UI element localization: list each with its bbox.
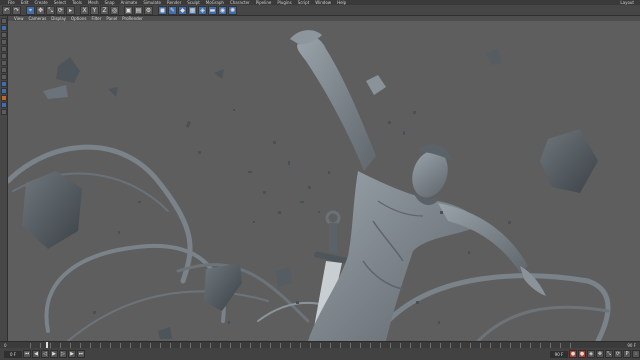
solo-icon[interactable]: [0, 109, 7, 115]
undo-icon[interactable]: ↶: [2, 5, 11, 15]
position-key-icon[interactable]: ✥: [596, 350, 604, 358]
redo-icon[interactable]: ↷: [12, 5, 21, 15]
edges-mode-icon[interactable]: [0, 53, 7, 59]
scale-key-icon[interactable]: ⤡: [605, 350, 613, 358]
model-mode-icon[interactable]: [0, 25, 7, 31]
rock-fragments: [22, 49, 598, 339]
x-axis-icon[interactable]: X: [80, 5, 89, 15]
make-editable-icon[interactable]: [0, 18, 7, 24]
workplane-lock-icon[interactable]: [0, 88, 7, 94]
next-key-icon[interactable]: ▶: [68, 350, 76, 358]
previous-key-icon[interactable]: ◀: [32, 350, 40, 358]
axis-mode-icon[interactable]: [0, 67, 7, 73]
go-to-end-icon[interactable]: ⏭: [77, 350, 85, 358]
workplane-icon[interactable]: [0, 39, 7, 45]
tweak-mode-icon[interactable]: [0, 74, 7, 80]
move-icon[interactable]: ✥: [36, 5, 45, 15]
camera-icon[interactable]: ◉: [218, 5, 227, 15]
rotation-key-icon[interactable]: ⟳: [614, 350, 622, 358]
record-icon[interactable]: ●: [569, 350, 577, 358]
play-icon[interactable]: ▶: [50, 350, 58, 358]
previous-frame-icon[interactable]: ◁: [41, 350, 49, 358]
points-mode-icon[interactable]: [0, 46, 7, 52]
current-frame-field[interactable]: 0 F: [4, 350, 22, 358]
go-to-start-icon[interactable]: ⏮: [23, 350, 31, 358]
quantize-icon[interactable]: [0, 102, 7, 108]
ribbon-curves: [8, 144, 611, 341]
floor-icon[interactable]: ▬: [208, 5, 217, 15]
z-axis-icon[interactable]: Z: [100, 5, 109, 15]
y-axis-icon[interactable]: Y: [90, 5, 99, 15]
autokey-icon[interactable]: ●: [578, 350, 586, 358]
deformer-icon[interactable]: ◈: [198, 5, 207, 15]
transport-bar: 0 F ⏮ ◀ ◁ ▶ ▷ ▶ ⏭ 90 F ● ● ◈ ✥ ⤡ ⟳ P ⁘: [0, 348, 640, 360]
rotate-icon[interactable]: ⟳: [56, 5, 65, 15]
scale-icon[interactable]: ⤡: [46, 5, 55, 15]
cube-icon[interactable]: ◼: [158, 5, 167, 15]
grid-icon[interactable]: [0, 95, 7, 101]
scene-render: [8, 30, 611, 341]
array-icon[interactable]: ▦: [188, 5, 197, 15]
recent-tools-icon[interactable]: ▸: [66, 5, 75, 15]
end-frame-field[interactable]: 90 F: [550, 350, 568, 358]
subdivision-icon[interactable]: ◆: [178, 5, 187, 15]
next-frame-icon[interactable]: ▷: [59, 350, 67, 358]
render-picture-viewer-icon[interactable]: ▤: [134, 5, 143, 15]
coordinate-system-icon[interactable]: ◎: [110, 5, 119, 15]
timeline-ruler[interactable]: 0 90 F: [0, 341, 640, 349]
keyframe-selection-icon[interactable]: ◈: [587, 350, 595, 358]
point-level-key-icon[interactable]: ⁘: [632, 350, 640, 358]
spline-pen-icon[interactable]: ✎: [168, 5, 177, 15]
texture-mode-icon[interactable]: [0, 32, 7, 38]
live-selection-icon[interactable]: ⌖: [26, 5, 35, 15]
parameter-key-icon[interactable]: P: [623, 350, 631, 358]
3d-viewport[interactable]: [8, 21, 640, 341]
render-view-icon[interactable]: ▣: [124, 5, 133, 15]
mode-toolbar: [0, 16, 8, 343]
snap-icon[interactable]: [0, 81, 7, 87]
render-settings-icon[interactable]: ⚙: [144, 5, 153, 15]
main-toolbar: ↶ ↷ ⌖ ✥ ⤡ ⟳ ▸ X Y Z ◎ ▣ ▤ ⚙ ◼ ✎ ◆ ▦ ◈ ▬ ◉ ✺: [0, 5, 640, 16]
light-icon[interactable]: ✺: [228, 5, 237, 15]
polygons-mode-icon[interactable]: [0, 60, 7, 66]
